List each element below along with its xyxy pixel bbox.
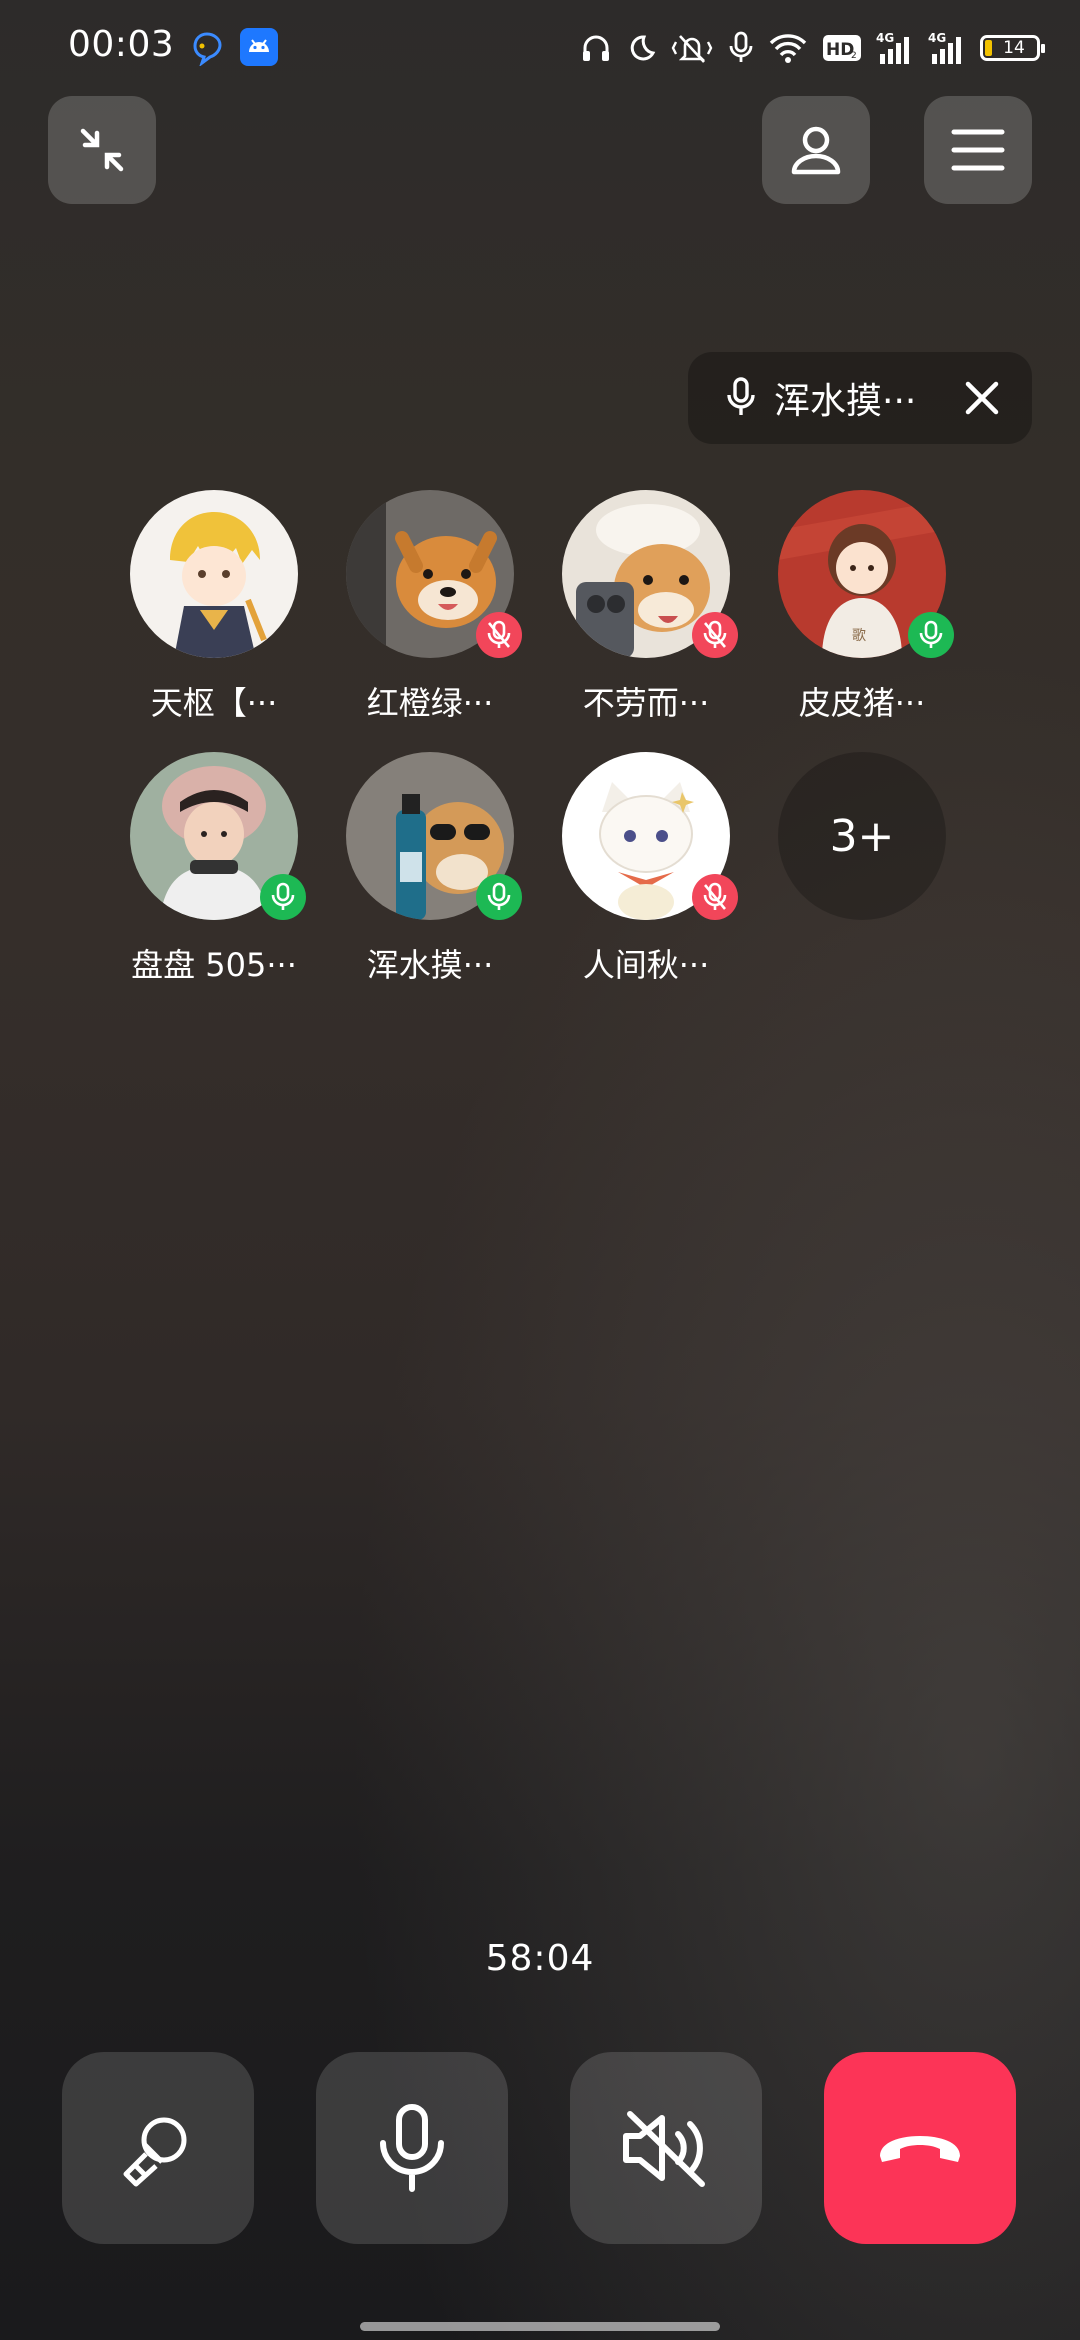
svg-text:2: 2: [851, 51, 857, 61]
microphone-button[interactable]: [316, 2052, 508, 2244]
participant-item[interactable]: 盘盘 505···: [130, 752, 306, 984]
current-speaker-chip[interactable]: 浑水摸···: [688, 352, 1032, 444]
mic-on-badge: [260, 874, 306, 920]
svg-text:歌: 歌: [852, 628, 866, 644]
vibrate-mute-icon: [671, 35, 713, 63]
home-indicator[interactable]: [360, 2322, 720, 2331]
status-time: 00:03: [68, 24, 175, 65]
speaker-toggle-button[interactable]: [62, 2052, 254, 2244]
battery-level: 14: [1003, 38, 1025, 58]
participant-name: 皮皮猪···: [798, 684, 926, 722]
avatar: [562, 752, 738, 920]
participant-name: 天枢【···: [150, 684, 278, 722]
minimize-arrows-icon: [80, 128, 124, 172]
participant-item[interactable]: 人间秋···: [562, 752, 738, 984]
participant-item[interactable]: 红橙绿···: [346, 490, 522, 722]
participant-item[interactable]: 不劳而···: [562, 490, 738, 722]
speaker-name: 浑水摸···: [774, 381, 917, 422]
close-icon[interactable]: [962, 378, 1002, 418]
microphone-icon: [727, 377, 755, 415]
participant-name: 不劳而···: [582, 684, 710, 722]
participant-name: 人间秋···: [582, 946, 710, 984]
headphones-icon: [583, 35, 609, 61]
profile-button[interactable]: [762, 96, 870, 204]
avatar: [130, 490, 298, 658]
mic-on-badge: [908, 612, 954, 658]
mic-muted-badge: [692, 612, 738, 658]
mic-on-icon: [271, 882, 295, 910]
mic-muted-icon: [703, 620, 727, 648]
mic-muted-icon: [703, 882, 727, 910]
signal-4g-icon: 4G: [928, 31, 961, 64]
app-notification-icon: [193, 32, 222, 66]
mic-on-icon: [487, 882, 511, 910]
microphone-in-use-icon: [729, 31, 753, 62]
menu-button[interactable]: [924, 96, 1032, 204]
mic-muted-badge: [692, 874, 738, 920]
battery-icon: 14: [980, 35, 1045, 61]
hamburger-menu-icon: [951, 129, 1005, 171]
more-participants-count: 3+: [778, 752, 946, 920]
avatar: [346, 490, 522, 658]
avatar: [130, 752, 306, 920]
status-bar: 00:03 HD 2 4G 4G 14: [0, 0, 1080, 96]
do-not-disturb-moon-icon: [630, 35, 656, 61]
speaker-muted-icon: [623, 2111, 705, 2187]
speaker-toggle-icon: [123, 2117, 187, 2187]
svg-text:4G: 4G: [876, 31, 894, 45]
minimize-button[interactable]: [48, 96, 156, 204]
signal-4g-icon: 4G: [876, 31, 909, 64]
call-timer: 58:04: [485, 1938, 595, 1979]
participant-name: 盘盘 505···: [131, 946, 297, 984]
hang-up-button[interactable]: [824, 2052, 1016, 2244]
participant-name: 浑水摸···: [366, 946, 494, 984]
svg-text:4G: 4G: [928, 31, 946, 45]
more-participants-button[interactable]: 3+: [778, 752, 946, 920]
avatar: 歌: [778, 490, 954, 658]
avatar: [346, 752, 522, 920]
speaker-mute-button[interactable]: [570, 2052, 762, 2244]
avatar: [562, 490, 738, 658]
hd-voice-icon: HD2: [823, 35, 861, 61]
mic-muted-icon: [487, 620, 511, 648]
person-icon: [791, 126, 841, 175]
microphone-icon: [380, 2104, 444, 2192]
android-app-icon: [240, 28, 278, 66]
mic-on-badge: [476, 874, 522, 920]
participant-item[interactable]: 歌 皮皮猪···: [778, 490, 954, 722]
mic-muted-badge: [476, 612, 522, 658]
participant-item[interactable]: 浑水摸···: [346, 752, 522, 984]
participant-name: 红橙绿···: [366, 684, 494, 722]
hang-up-icon: [880, 2136, 960, 2162]
participant-item[interactable]: 天枢【···: [130, 490, 298, 722]
mic-on-icon: [919, 620, 943, 648]
wifi-icon: [769, 34, 807, 63]
